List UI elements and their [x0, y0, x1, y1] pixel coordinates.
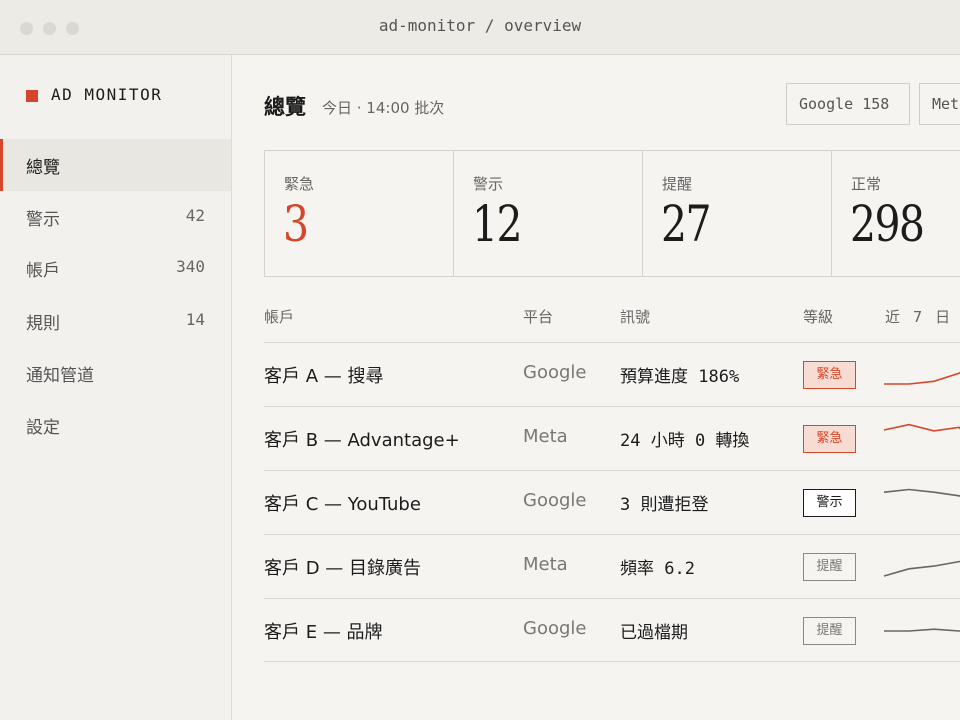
sparkline-7day	[883, 488, 960, 498]
level-badge: 提醒	[803, 617, 856, 645]
stat-value: 3	[283, 195, 309, 253]
platform-filter-meta[interactable]: Meta 182	[919, 83, 960, 125]
stat-label: 正常	[851, 175, 882, 193]
account-name: 客戶 A — 搜尋	[264, 366, 384, 387]
stat-value: 298	[850, 195, 925, 253]
sidebar-item-alerts[interactable]: 警示 42	[0, 191, 231, 243]
window-titlebar: ad-monitor / overview	[0, 0, 960, 55]
platform-name: Google	[523, 490, 587, 511]
page-title: 總覽	[264, 95, 306, 119]
sparkline-line	[883, 423, 960, 432]
sidebar-item-label: 規則	[26, 314, 60, 334]
sidebar-item-label: 帳戶	[26, 261, 60, 281]
account-name: 客戶 E — 品牌	[264, 622, 383, 643]
window-title: ad-monitor / overview	[378, 16, 582, 35]
sidebar-item-notification-channels[interactable]: 通知管道	[0, 347, 231, 399]
table-row[interactable]: 客戶 A — 搜尋 Google 預算進度 186% 緊急	[264, 342, 960, 406]
account-name: 客戶 C — YouTube	[264, 494, 421, 515]
column-header-7day-trend[interactable]: 近 7 日	[885, 306, 954, 327]
platform-name: Meta	[523, 426, 568, 447]
account-name: 客戶 B — Advantage+	[264, 430, 460, 451]
stat-label: 緊急	[284, 175, 315, 193]
signal-text: 24 小時 0 轉換	[620, 431, 750, 451]
signal-text: 已過檔期	[620, 623, 688, 643]
sidebar-item-label: 設定	[26, 418, 60, 438]
sparkline-line	[883, 560, 960, 577]
sparkline-7day	[883, 560, 960, 577]
table-row[interactable]: 客戶 C — YouTube Google 3 則遭拒登 警示	[264, 470, 960, 534]
sparkline-line	[884, 628, 960, 632]
column-header-level[interactable]: 等級	[803, 306, 833, 327]
signal-text: 頻率 6.2	[620, 559, 695, 579]
stats-summary: 緊急 3 警示 12 提醒 27 正常 298	[264, 150, 960, 277]
sidebar-item-settings[interactable]: 設定	[0, 399, 231, 451]
stat-label: 提醒	[662, 175, 693, 193]
signal-text: 預算進度 186%	[620, 367, 740, 387]
column-header-signal[interactable]: 訊號	[620, 306, 650, 327]
table-row[interactable]: 客戶 B — Advantage+ Meta 24 小時 0 轉換 緊急	[264, 406, 960, 470]
stat-label: 警示	[473, 175, 504, 193]
sidebar-item-rules[interactable]: 規則 14	[0, 295, 231, 347]
brand-name: AD MONITOR	[51, 85, 163, 104]
brand-logo-icon	[26, 90, 38, 102]
stat-value: 27	[661, 195, 712, 253]
account-name: 客戶 D — 目錄廣告	[264, 558, 422, 579]
sidebar-item-count: 14	[185, 310, 205, 329]
platform-name: Meta	[523, 554, 568, 575]
column-header-platform[interactable]: 平台	[523, 306, 553, 327]
level-badge: 緊急	[803, 425, 856, 453]
sidebar-item-accounts[interactable]: 帳戶 340	[0, 242, 231, 294]
sidebar-item-label: 警示	[26, 210, 60, 230]
stat-card-warning[interactable]: 警示 12	[454, 151, 643, 276]
stat-card-reminder[interactable]: 提醒 27	[643, 151, 832, 276]
platform-filter-google[interactable]: Google 158	[786, 83, 910, 125]
sidebar-item-count: 42	[185, 206, 205, 225]
stat-value: 12	[472, 195, 523, 253]
sparkline-7day	[884, 628, 960, 632]
page-subtitle: 今日 · 14:00 批次	[322, 99, 445, 117]
main-content: 總覽 今日 · 14:00 批次 Google 158 Meta 182 緊急 …	[233, 55, 960, 720]
sidebar-item-count: 340	[176, 257, 205, 276]
sparkline-line	[883, 488, 960, 498]
signal-text: 3 則遭拒登	[620, 495, 709, 515]
sidebar-item-overview[interactable]: 總覽	[0, 139, 231, 191]
stat-card-urgent[interactable]: 緊急 3	[265, 151, 454, 276]
platform-name: Google	[523, 362, 587, 383]
table-row[interactable]: 客戶 E — 品牌 Google 已過檔期 提醒	[264, 598, 960, 662]
platform-name: Google	[523, 618, 587, 639]
stat-card-normal[interactable]: 正常 298	[832, 151, 960, 276]
sidebar-item-label: 通知管道	[26, 366, 94, 386]
sparkline-line	[884, 371, 960, 385]
sidebar: AD MONITOR 總覽 警示 42 帳戶 340 規則 14 通知管道 設定	[0, 55, 232, 720]
level-badge: 提醒	[803, 553, 856, 581]
column-header-account[interactable]: 帳戶	[264, 306, 294, 327]
table-row[interactable]: 客戶 D — 目錄廣告 Meta 頻率 6.2 提醒	[264, 534, 960, 598]
level-badge: 緊急	[803, 361, 856, 389]
level-badge: 警示	[803, 489, 856, 517]
sparkline-7day	[883, 423, 960, 432]
sidebar-item-label: 總覽	[26, 158, 60, 178]
sparkline-7day	[884, 371, 960, 385]
